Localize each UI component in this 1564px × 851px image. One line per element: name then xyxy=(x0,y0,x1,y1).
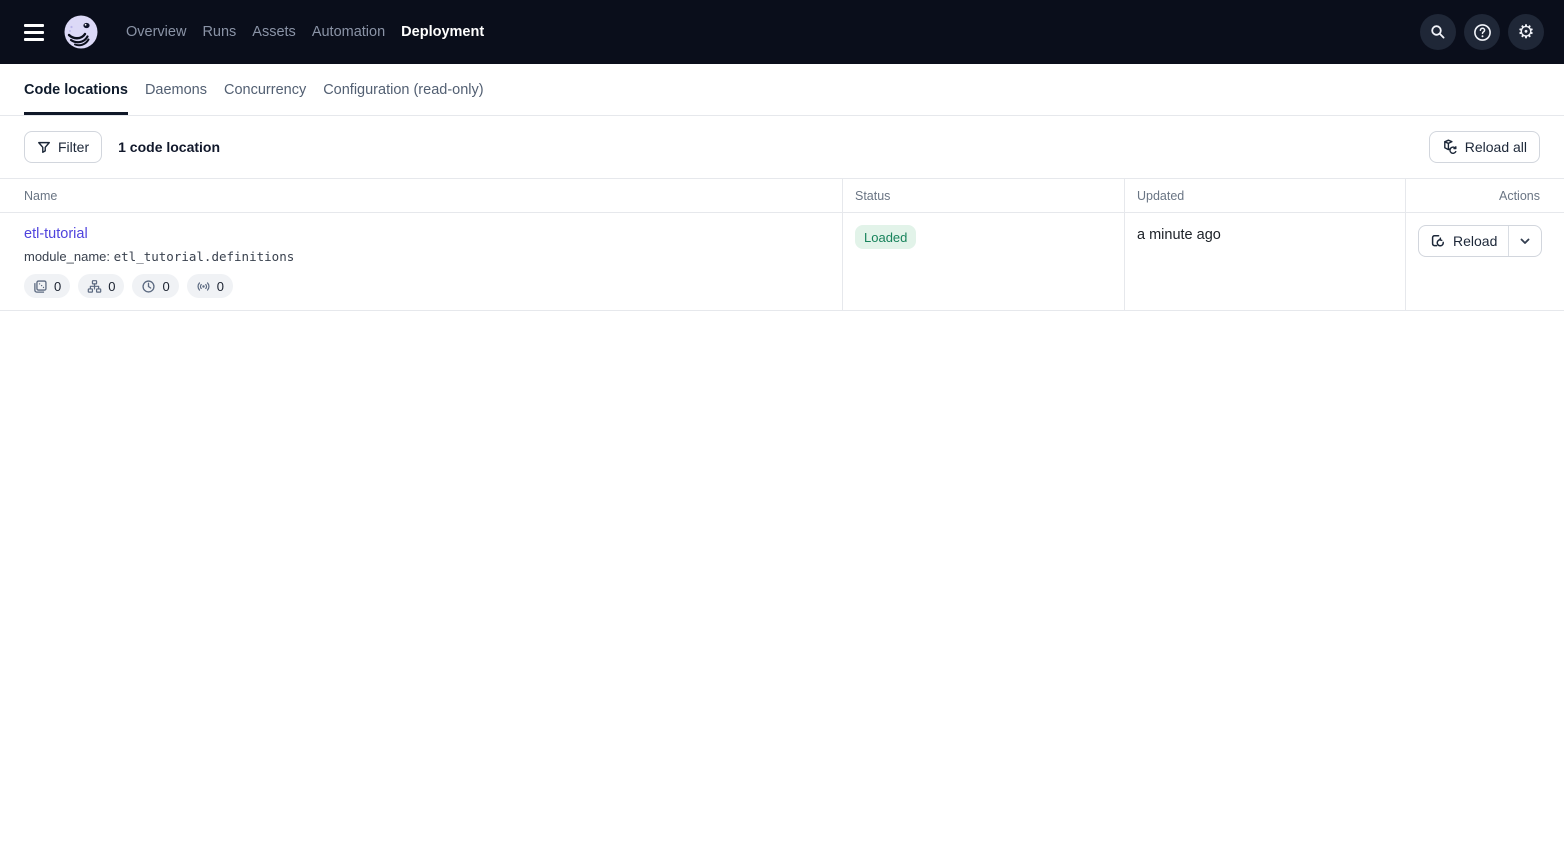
deployment-tabbar: Code locations Daemons Concurrency Confi… xyxy=(0,64,1564,116)
topnav-actions: ⚙ xyxy=(1420,14,1544,50)
gear-icon: ⚙ xyxy=(1517,23,1534,42)
sensors-count: 0 xyxy=(217,279,224,294)
status-cell: Loaded xyxy=(842,213,1124,310)
reload-all-button[interactable]: Reload all xyxy=(1429,131,1540,163)
module-line: module_name: etl_tutorial.definitions xyxy=(24,249,830,264)
nav-overview[interactable]: Overview xyxy=(126,18,186,46)
tab-configuration[interactable]: Configuration (read-only) xyxy=(323,64,483,115)
help-button[interactable] xyxy=(1464,14,1500,50)
reload-label: Reload xyxy=(1453,233,1497,249)
nav-automation[interactable]: Automation xyxy=(312,18,385,46)
chevron-down-icon xyxy=(1519,235,1531,247)
jobs-count-badge: 0 xyxy=(78,274,124,298)
module-label: module_name: xyxy=(24,249,110,264)
filter-icon xyxy=(37,140,51,154)
primary-nav: Overview Runs Assets Automation Deployme… xyxy=(126,18,484,46)
assets-count-badge: 0 xyxy=(24,274,70,298)
module-value: etl_tutorial.definitions xyxy=(114,249,295,264)
schedules-icon xyxy=(141,279,156,294)
help-icon xyxy=(1473,23,1492,42)
filter-label: Filter xyxy=(58,139,89,155)
top-navigation: Overview Runs Assets Automation Deployme… xyxy=(0,0,1564,64)
updated-text: a minute ago xyxy=(1137,225,1393,243)
menu-button[interactable] xyxy=(16,14,52,50)
table-row: etl-tutorial module_name: etl_tutorial.d… xyxy=(0,213,1564,311)
name-cell: etl-tutorial module_name: etl_tutorial.d… xyxy=(0,213,842,310)
code-location-count: 1 code location xyxy=(118,139,220,155)
reload-all-icon xyxy=(1442,139,1458,155)
assets-icon xyxy=(33,279,48,294)
reload-button[interactable]: Reload xyxy=(1419,226,1508,256)
settings-button[interactable]: ⚙ xyxy=(1508,14,1544,50)
actions-cell: Reload xyxy=(1405,213,1564,310)
status-badge: Loaded xyxy=(855,225,916,249)
assets-count: 0 xyxy=(54,279,61,294)
search-button[interactable] xyxy=(1420,14,1456,50)
sensors-icon xyxy=(196,279,211,294)
column-actions: Actions xyxy=(1405,179,1564,212)
code-location-link[interactable]: etl-tutorial xyxy=(24,226,88,242)
search-icon xyxy=(1429,23,1447,41)
updated-cell: a minute ago xyxy=(1124,213,1405,310)
column-updated: Updated xyxy=(1124,179,1405,212)
nav-runs[interactable]: Runs xyxy=(202,18,236,46)
schedules-count-badge: 0 xyxy=(132,274,178,298)
jobs-count: 0 xyxy=(108,279,115,294)
code-locations-toolbar: Filter 1 code location Reload all xyxy=(0,116,1564,178)
table-header: Name Status Updated Actions xyxy=(0,179,1564,213)
reload-split-button: Reload xyxy=(1418,225,1542,257)
column-status: Status xyxy=(842,179,1124,212)
schedules-count: 0 xyxy=(162,279,169,294)
reload-dropdown-button[interactable] xyxy=(1509,226,1541,256)
filter-button[interactable]: Filter xyxy=(24,131,102,163)
count-badges: 0 0 0 xyxy=(24,274,830,298)
column-name: Name xyxy=(0,179,842,212)
sensors-count-badge: 0 xyxy=(187,274,233,298)
tab-concurrency[interactable]: Concurrency xyxy=(224,64,306,115)
tab-daemons[interactable]: Daemons xyxy=(145,64,207,115)
dagster-logo[interactable] xyxy=(62,13,100,51)
nav-deployment[interactable]: Deployment xyxy=(401,18,484,46)
reload-all-label: Reload all xyxy=(1465,139,1527,155)
code-locations-table: Name Status Updated Actions etl-tutorial… xyxy=(0,178,1564,311)
nav-assets[interactable]: Assets xyxy=(252,18,296,46)
tab-code-locations[interactable]: Code locations xyxy=(24,64,128,115)
reload-icon xyxy=(1430,233,1446,249)
jobs-icon xyxy=(87,279,102,294)
